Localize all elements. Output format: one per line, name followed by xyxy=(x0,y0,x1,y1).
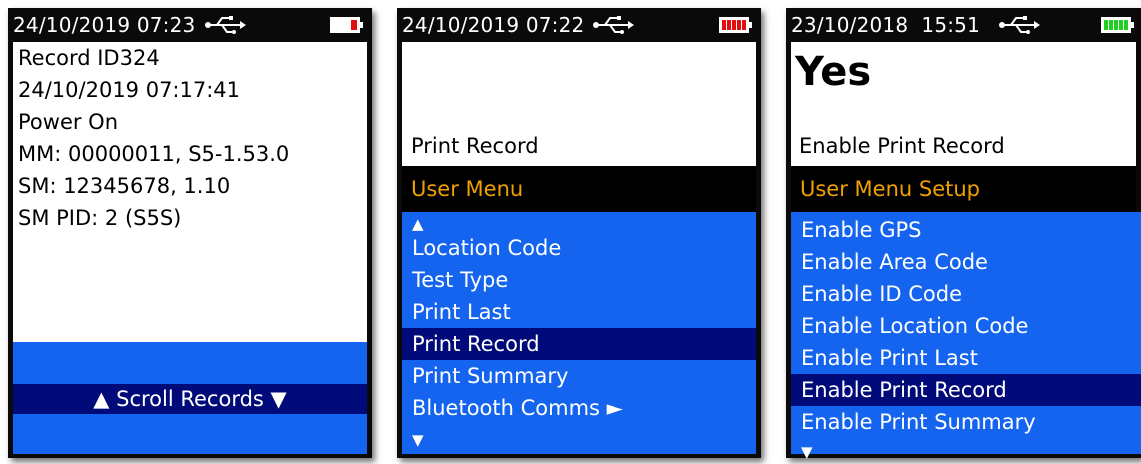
menu-title: User Menu Setup xyxy=(791,166,1136,212)
menu-item-enable-print-record[interactable]: Enable Print Record xyxy=(791,374,1141,406)
usb-icon xyxy=(205,16,246,34)
scroll-down-arrow[interactable]: ▼ xyxy=(791,438,1141,462)
setting-preview: Yes Enable Print Record xyxy=(791,42,1136,166)
selected-item-title: Print Record xyxy=(411,134,539,158)
record-line-id: Record ID324 xyxy=(18,46,160,70)
record-line-timestamp: 24/10/2019 07:17:41 xyxy=(18,78,241,102)
menu-item-enable-area-code[interactable]: Enable Area Code xyxy=(791,246,1141,278)
menu-item-enable-print-summary[interactable]: Enable Print Summary xyxy=(791,406,1141,438)
menu-item-location-code[interactable]: Location Code xyxy=(402,232,756,264)
battery-icon xyxy=(719,17,752,33)
menu-title: User Menu xyxy=(402,166,756,212)
selected-item-title: Enable Print Record xyxy=(799,134,1005,158)
status-datetime: 24/10/2019 07:23 xyxy=(13,13,196,37)
record-line-mm: MM: 00000011, S5-1.53.0 xyxy=(18,142,290,166)
down-arrow-icon: ▼ xyxy=(412,431,424,449)
usb-icon xyxy=(999,16,1040,34)
status-datetime: 23/10/2018 15:51 xyxy=(791,13,981,37)
menu-list: Enable GPS Enable Area Code Enable ID Co… xyxy=(791,212,1141,461)
menu-item-print-summary[interactable]: Print Summary xyxy=(402,360,756,392)
scroll-up-arrow[interactable]: ▲ xyxy=(402,212,756,233)
menu-item-bluetooth-comms[interactable]: Bluetooth Comms ► xyxy=(402,392,756,424)
menu-item-enable-location-code[interactable]: Enable Location Code xyxy=(791,310,1141,342)
scroll-area: ▲ Scroll Records ▼ xyxy=(13,342,367,454)
menu-item-enable-gps[interactable]: Enable GPS xyxy=(791,214,1141,246)
record-line-sm: SM: 12345678, 1.10 xyxy=(18,174,231,198)
user-menu-screen: 24/10/2019 07:22 Print Record User Menu … xyxy=(397,8,761,458)
menu-item-enable-print-last[interactable]: Enable Print Last xyxy=(791,342,1141,374)
scroll-down-arrow[interactable]: ▼ xyxy=(402,424,756,452)
record-line-event: Power On xyxy=(18,110,119,134)
menu-item-print-record[interactable]: Print Record xyxy=(402,328,756,360)
scroll-records-button[interactable]: ▲ Scroll Records ▼ xyxy=(13,384,367,414)
selection-preview: Print Record xyxy=(402,42,756,166)
battery-icon xyxy=(1101,17,1134,33)
record-line-sm-pid: SM PID: 2 (S5S) xyxy=(18,206,182,230)
down-arrow-icon: ▼ xyxy=(801,443,813,461)
status-datetime: 24/10/2019 07:22 xyxy=(402,13,585,37)
record-screen: 24/10/2019 07:23 Record ID324 24/10/2019… xyxy=(8,8,372,458)
setting-value: Yes xyxy=(795,49,872,95)
record-details: Record ID324 24/10/2019 07:17:41 Power O… xyxy=(13,42,367,342)
user-menu-setup-screen: 23/10/2018 15:51 Yes Enable Print Record… xyxy=(786,8,1141,461)
up-arrow-icon: ▲ xyxy=(412,215,424,233)
status-bar: 24/10/2019 07:23 xyxy=(8,8,372,42)
battery-level xyxy=(1104,20,1128,30)
status-bar: 24/10/2019 07:22 xyxy=(397,8,761,42)
menu-item-enable-id-code[interactable]: Enable ID Code xyxy=(791,278,1141,310)
menu-item-print-last[interactable]: Print Last xyxy=(402,296,756,328)
usb-icon xyxy=(593,16,634,34)
status-bar: 23/10/2018 15:51 xyxy=(786,8,1141,42)
battery-level xyxy=(722,20,746,30)
menu-list: ▲ Location Code Test Type Print Last Pri… xyxy=(402,212,756,454)
battery-icon xyxy=(330,17,363,33)
battery-level xyxy=(351,20,357,30)
menu-item-test-type[interactable]: Test Type xyxy=(402,264,756,296)
